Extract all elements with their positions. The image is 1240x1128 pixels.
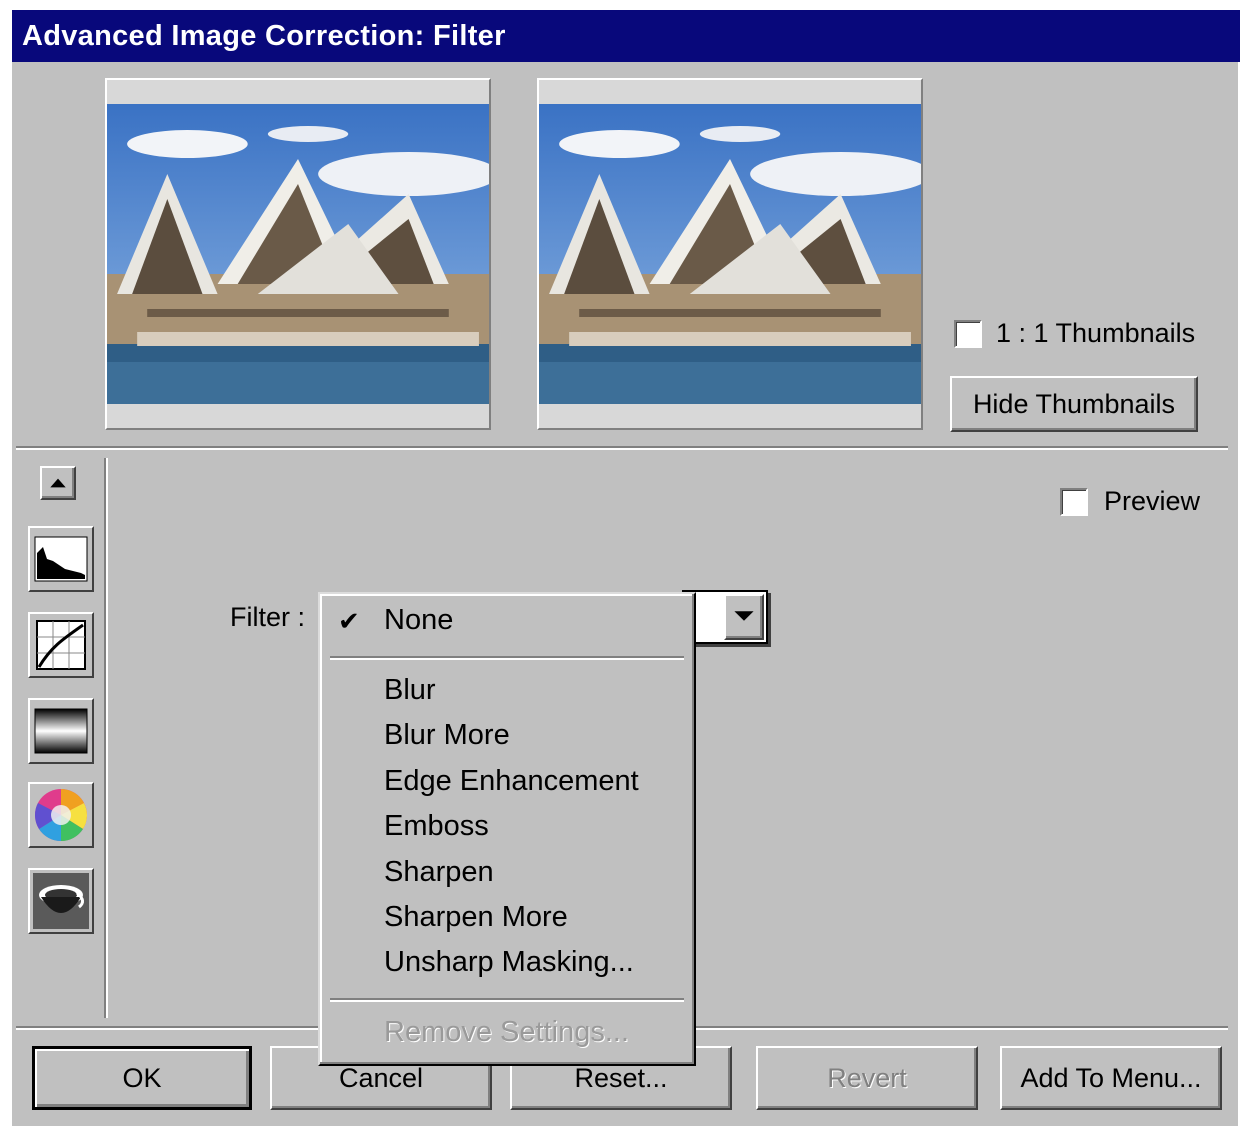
menu-item-none[interactable]: None [384,604,453,637]
histogram-icon [34,536,88,582]
menu-item-remove-settings: Remove Settings... [384,1016,629,1048]
filter-label: Filter : [230,602,306,632]
filter-dialog: Advanced Image Correction: Filter 1: 1 … [12,10,1240,1126]
menu-item-unsharp-masking[interactable]: Unsharp Masking... [384,946,634,979]
curves-icon [36,620,86,670]
scroll-up-icon [50,478,66,488]
filter-dropdown-menu: ✔ None Blur Blur More Edge Enhancement E… [318,592,696,1066]
histogram-tool-button[interactable] [28,526,94,592]
preview-label: Preview [1104,486,1201,516]
one-to-one-thumbnails-checkbox[interactable] [954,320,982,348]
opera-house-image [107,104,489,404]
menu-item-emboss[interactable]: Emboss [384,810,489,843]
menu-separator [330,998,684,1002]
menu-item-blur[interactable]: Blur [384,674,436,707]
menu-item-sharpen-more[interactable]: Sharpen More [384,901,568,934]
one-to-one-thumbnails-label: 1 : 1 Thumbnails [996,318,1196,348]
color-wheel-icon [34,789,88,842]
scroll-up-button[interactable] [40,466,76,500]
hide-thumbnails-button[interactable]: Hide Thumbnails [950,376,1198,432]
ok-button[interactable]: OK [32,1046,252,1110]
chevron-down-icon [734,611,754,621]
dropdown-button[interactable] [724,594,764,640]
color-wheel-tool-button[interactable] [28,782,94,848]
curves-tool-button[interactable] [28,612,94,678]
bowl-icon [33,873,89,929]
revert-button: Revert [756,1046,978,1110]
opera-house-image [539,104,921,404]
preview-checkbox[interactable] [1060,488,1088,516]
menu-item-sharpen[interactable]: Sharpen [384,856,494,889]
gradient-icon [34,708,88,754]
menu-item-blur-more[interactable]: Blur More [384,719,510,752]
divider [16,446,1228,450]
window-title: Advanced Image Correction: Filter [12,10,1240,62]
menu-separator [330,656,684,660]
menu-item-edge-enhancement[interactable]: Edge Enhancement [384,765,639,798]
add-to-menu-button[interactable]: Add To Menu... [1000,1046,1222,1110]
preview-thumbnail [537,78,923,430]
checkmark-icon: ✔ [338,606,360,636]
tool-strip-divider [104,458,108,1018]
original-thumbnail [105,78,491,430]
bowl-tool-button[interactable] [28,868,94,934]
gradient-tool-button[interactable] [28,698,94,764]
